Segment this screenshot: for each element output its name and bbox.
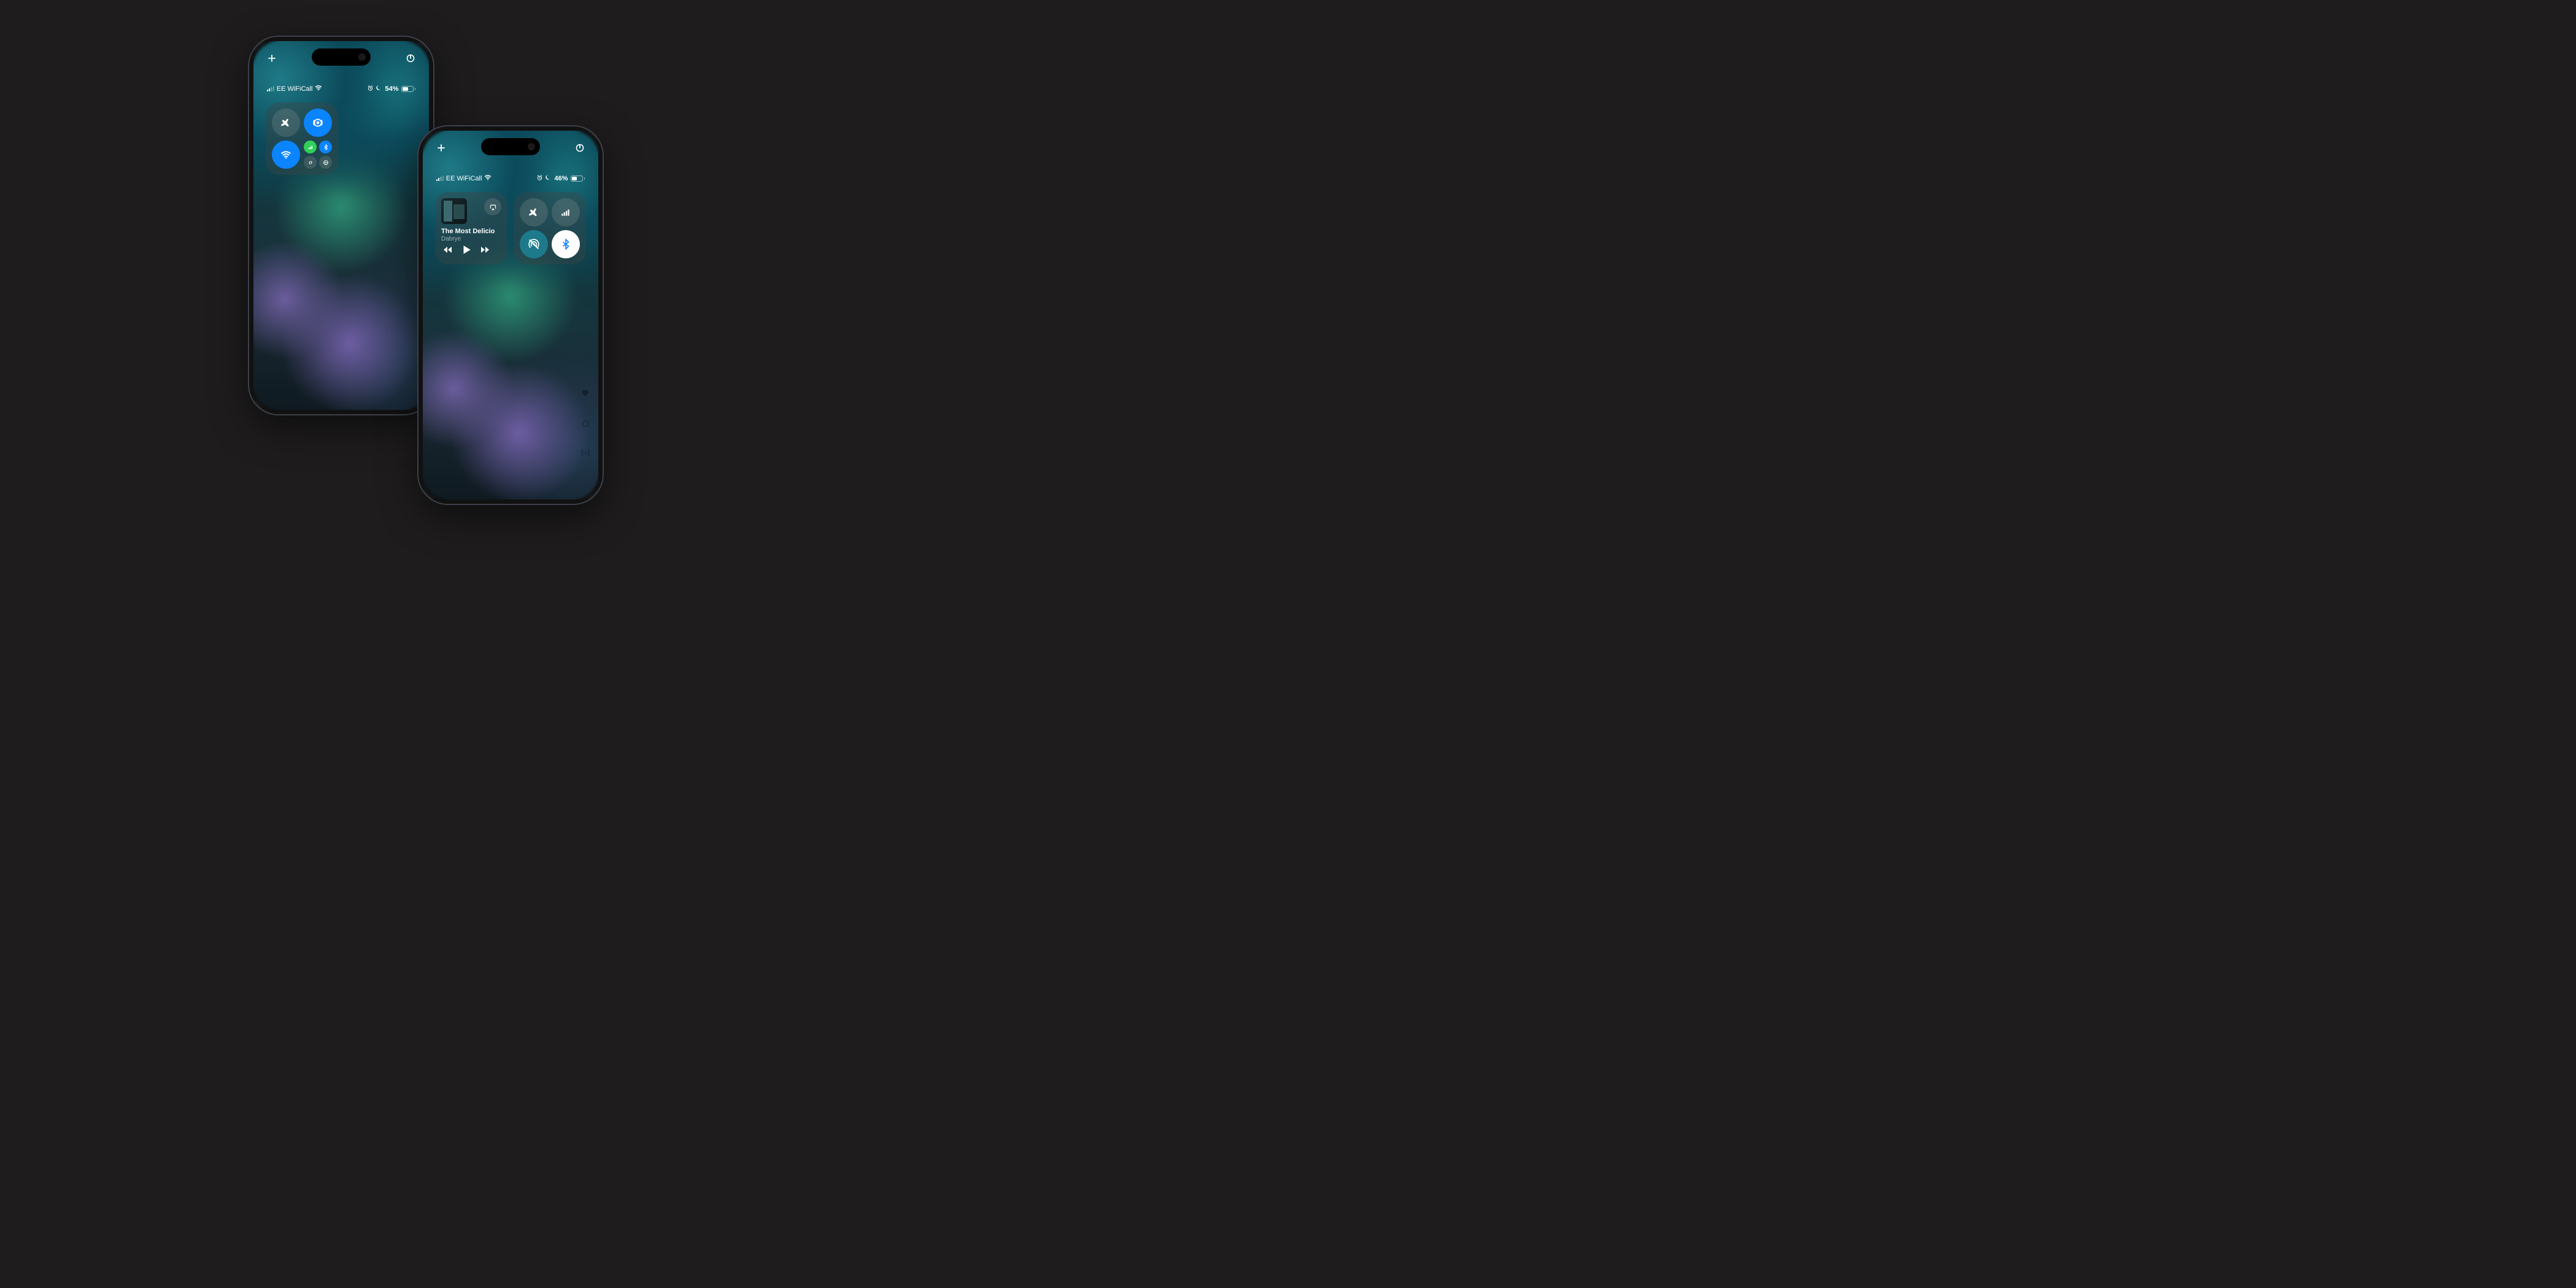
album-art: [441, 198, 467, 224]
battery-percent: 54%: [385, 85, 398, 93]
page-indicators: [581, 388, 590, 460]
phone-mockup-left: EE WiFiCall 54%: [249, 37, 433, 414]
home-icon[interactable]: [581, 418, 590, 430]
heart-icon[interactable]: [581, 388, 590, 400]
airplay-button[interactable]: [484, 198, 501, 215]
add-control-button[interactable]: [436, 143, 446, 156]
alarm-icon: [367, 85, 374, 93]
wifi-status-icon: [484, 174, 492, 183]
screen-left: EE WiFiCall 54%: [253, 41, 429, 410]
moon-icon: [546, 174, 552, 182]
rewind-button[interactable]: [442, 245, 452, 258]
bluetooth-toggle[interactable]: [552, 230, 580, 258]
phone-mockup-right: EE WiFiCall 46% The Most Delicio: [418, 126, 603, 504]
vpn-toggle[interactable]: [319, 156, 332, 169]
moon-icon: [376, 85, 382, 93]
cellular-signal-icon: [267, 86, 274, 91]
lock-screen-button[interactable]: [575, 143, 585, 156]
lock-screen-button[interactable]: [406, 53, 415, 66]
carrier-label: EE WiFiCall: [277, 85, 313, 93]
status-bar: EE WiFiCall 54%: [267, 84, 415, 93]
connectivity-icon[interactable]: [581, 449, 590, 460]
track-artist: Dabrye: [441, 236, 501, 242]
airplane-mode-toggle[interactable]: [272, 109, 300, 137]
track-title: The Most Delicio: [441, 228, 501, 235]
connectivity-more: [304, 141, 332, 169]
bluetooth-toggle[interactable]: [319, 141, 332, 153]
cellular-data-toggle[interactable]: [552, 198, 580, 226]
carrier-label: EE WiFiCall: [446, 175, 482, 182]
battery-icon: [571, 175, 585, 182]
battery-percent: 46%: [554, 175, 568, 182]
cellular-signal-icon: [436, 175, 444, 181]
personal-hotspot-toggle[interactable]: [520, 230, 548, 258]
add-control-button[interactable]: [267, 53, 277, 66]
play-button[interactable]: [461, 244, 472, 258]
cellular-data-toggle[interactable]: [304, 141, 317, 153]
battery-icon: [401, 86, 416, 92]
personal-hotspot-toggle[interactable]: [304, 156, 317, 169]
screen-right: EE WiFiCall 46% The Most Delicio: [423, 131, 598, 499]
airplane-mode-toggle[interactable]: [520, 198, 548, 226]
connectivity-module[interactable]: [266, 102, 338, 175]
status-bar: EE WiFiCall 46%: [436, 174, 585, 183]
connectivity-module[interactable]: [514, 192, 586, 264]
wifi-status-icon: [315, 84, 322, 93]
forward-button[interactable]: [480, 245, 490, 258]
wifi-toggle[interactable]: [272, 141, 300, 169]
airdrop-toggle[interactable]: [304, 109, 332, 137]
now-playing-module[interactable]: The Most Delicio Dabrye: [435, 192, 507, 264]
alarm-icon: [536, 174, 543, 183]
